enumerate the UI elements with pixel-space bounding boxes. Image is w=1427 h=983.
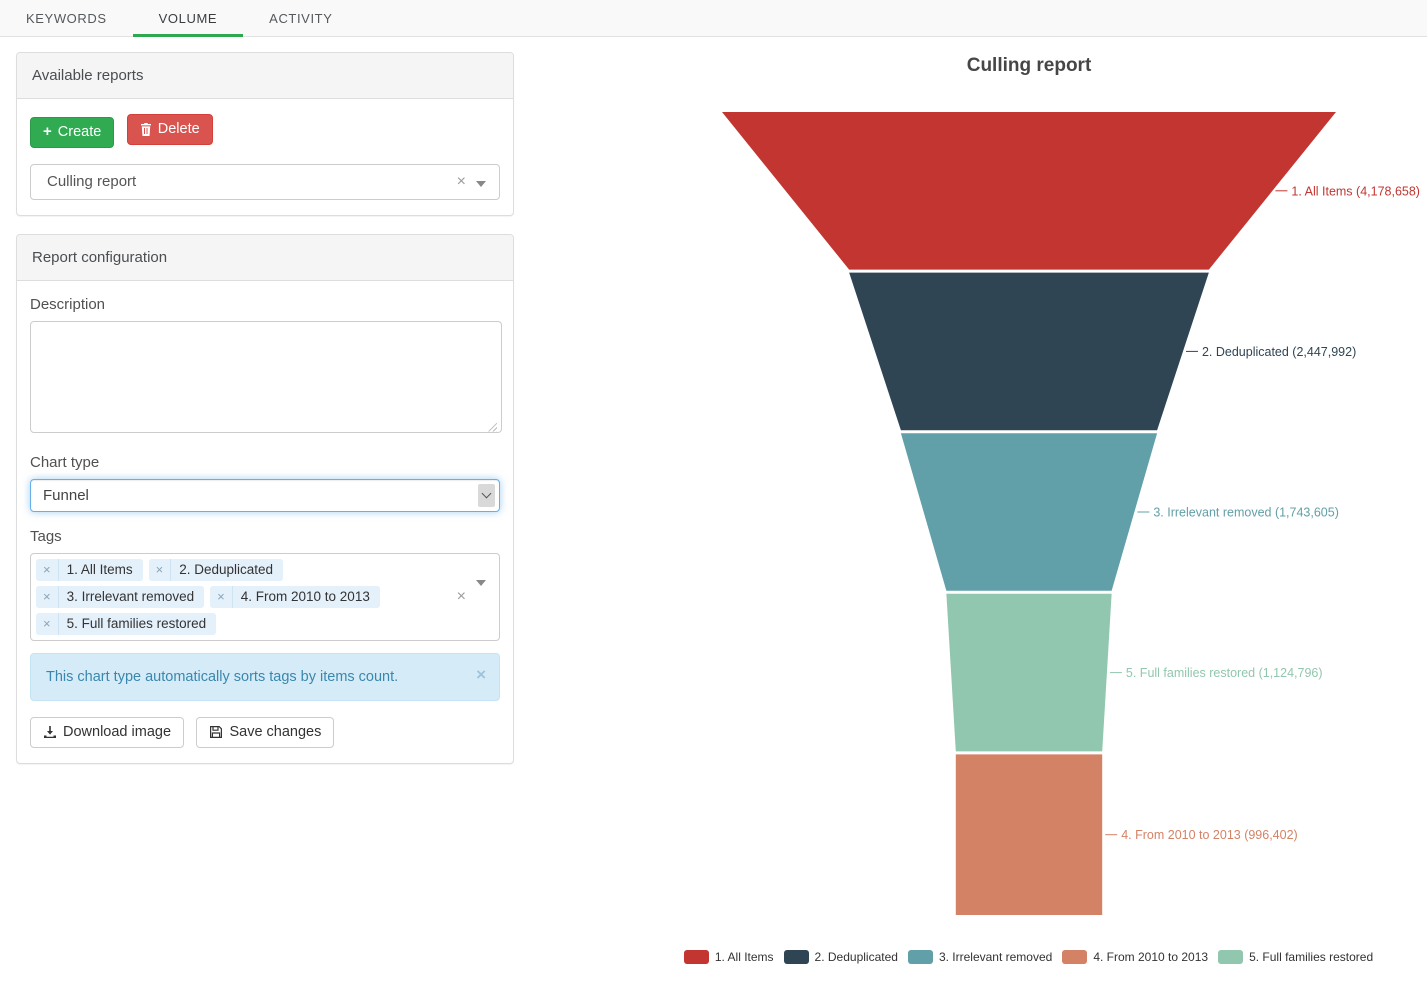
tags-label: Tags: [30, 528, 500, 545]
tag-chip-label: 5. Full families restored: [59, 613, 217, 635]
tag-remove-icon[interactable]: ×: [149, 559, 172, 581]
funnel-segment-label: 2. Deduplicated (2,447,992): [1202, 345, 1356, 359]
config-actions-row: Download image Save changes: [30, 717, 500, 748]
funnel-segment[interactable]: [956, 754, 1102, 915]
legend-label: 5. Full families restored: [1249, 950, 1373, 964]
tag-chip: ×1. All Items: [36, 559, 143, 581]
legend-item[interactable]: 4. From 2010 to 2013: [1062, 950, 1208, 964]
legend-item[interactable]: 5. Full families restored: [1218, 950, 1373, 964]
legend-item[interactable]: 3. Irrelevant removed: [908, 950, 1052, 964]
legend-swatch-icon: [1218, 950, 1243, 964]
tag-chip: ×4. From 2010 to 2013: [210, 586, 380, 608]
download-image-button[interactable]: Download image: [30, 717, 184, 748]
tab-activity[interactable]: ACTIVITY: [243, 0, 358, 36]
delete-report-button[interactable]: Delete: [127, 114, 213, 145]
report-configuration-panel: Report configuration Description Chart t…: [16, 234, 514, 764]
funnel-segment[interactable]: [901, 433, 1157, 591]
chart-type-label: Chart type: [30, 454, 500, 471]
description-label: Description: [30, 296, 500, 313]
legend-swatch-icon: [784, 950, 809, 964]
chart-legend: 1. All Items 2. Deduplicated 3. Irrelevant…: [530, 950, 1427, 964]
create-report-button[interactable]: + Create: [30, 117, 114, 148]
legend-label: 3. Irrelevant removed: [939, 950, 1052, 964]
tag-chip-label: 3. Irrelevant removed: [59, 586, 205, 608]
tag-remove-icon[interactable]: ×: [36, 559, 59, 581]
funnel-segment[interactable]: [849, 273, 1209, 431]
alert-close-icon[interactable]: ×: [476, 666, 486, 683]
funnel-segment-label: 3. Irrelevant removed (1,743,605): [1153, 506, 1339, 520]
tag-chip-label: 1. All Items: [59, 559, 143, 581]
available-reports-title: Available reports: [17, 53, 513, 99]
tag-remove-icon[interactable]: ×: [36, 586, 59, 608]
available-reports-panel: Available reports + Create Delete Cullin…: [16, 52, 514, 216]
tags-clear-icon[interactable]: ×: [457, 554, 466, 640]
tag-chip-label: 2. Deduplicated: [171, 559, 283, 581]
clear-selection-icon[interactable]: ×: [457, 165, 466, 199]
tab-keywords[interactable]: KEYWORDS: [0, 0, 133, 36]
legend-swatch-icon: [1062, 950, 1087, 964]
funnel-segment[interactable]: [946, 594, 1111, 752]
legend-label: 1. All Items: [715, 950, 774, 964]
save-icon: [209, 725, 223, 739]
legend-swatch-icon: [908, 950, 933, 964]
left-column: Available reports + Create Delete Cullin…: [16, 52, 514, 764]
report-select-value: Culling report: [47, 173, 136, 190]
legend-item[interactable]: 2. Deduplicated: [784, 950, 898, 964]
tag-chip: ×5. Full families restored: [36, 613, 216, 635]
report-configuration-title: Report configuration: [17, 235, 513, 281]
save-changes-button[interactable]: Save changes: [196, 717, 334, 748]
tag-chip: ×2. Deduplicated: [149, 559, 283, 581]
funnel-chart: Culling report 1. All Items (4,178,658) 2.…: [530, 0, 1427, 978]
legend-item[interactable]: 1. All Items: [684, 950, 774, 964]
caret-down-icon[interactable]: [476, 181, 486, 187]
plus-icon: +: [43, 125, 52, 139]
tag-chip: ×3. Irrelevant removed: [36, 586, 204, 608]
tag-remove-icon[interactable]: ×: [36, 613, 59, 635]
tags-caret-down-icon[interactable]: [476, 580, 486, 586]
description-field[interactable]: [30, 321, 502, 433]
trash-icon: [140, 123, 152, 136]
tag-chip-label: 4. From 2010 to 2013: [233, 586, 380, 608]
chart-type-value: Funnel: [43, 487, 89, 504]
legend-label: 2. Deduplicated: [815, 950, 898, 964]
report-select[interactable]: Culling report ×: [30, 164, 500, 200]
download-icon: [43, 725, 57, 739]
funnel-segment-label: 4. From 2010 to 2013 (996,402): [1121, 828, 1298, 842]
funnel-segment-label: 5. Full families restored (1,124,796): [1126, 666, 1323, 680]
legend-label: 4. From 2010 to 2013: [1093, 950, 1208, 964]
chart-title: Culling report: [967, 55, 1092, 76]
funnel-segment-label: 1. All Items (4,178,658): [1291, 184, 1420, 198]
funnel-svg: Culling report 1. All Items (4,178,658) 2.…: [530, 0, 1427, 978]
chevron-down-icon: [478, 484, 495, 507]
funnel-segment[interactable]: [722, 112, 1336, 270]
chart-type-select[interactable]: Funnel: [30, 479, 500, 512]
tag-remove-icon[interactable]: ×: [210, 586, 233, 608]
tab-volume[interactable]: VOLUME: [133, 0, 244, 36]
tags-multiselect[interactable]: ×1. All Items×2. Deduplicated×3. Irrelev…: [30, 553, 500, 641]
info-alert-text: This chart type automatically sorts tags…: [46, 669, 398, 685]
legend-swatch-icon: [684, 950, 709, 964]
info-alert: This chart type automatically sorts tags…: [30, 653, 500, 701]
report-actions-row: + Create Delete: [30, 114, 500, 148]
